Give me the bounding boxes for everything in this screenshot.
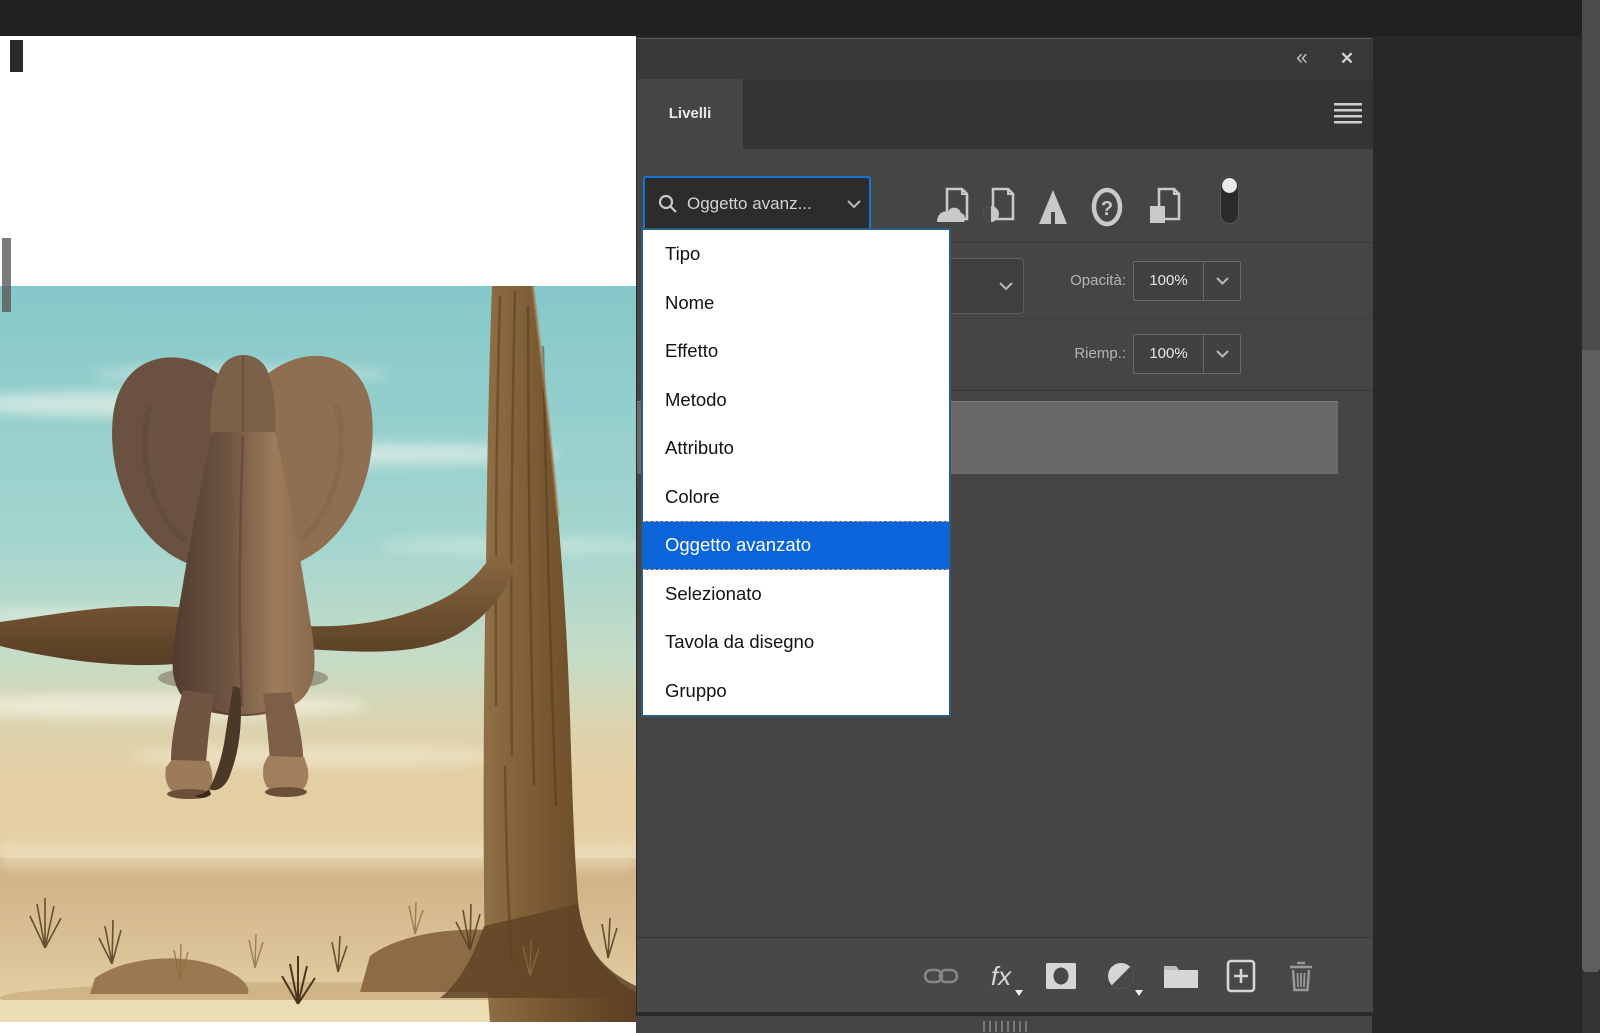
chevron-down-icon: [847, 199, 861, 209]
dropdown-item-nome[interactable]: Nome: [643, 279, 949, 328]
panel-tab-bar: Livelli: [637, 79, 1373, 149]
fill-value[interactable]: 100%: [1133, 334, 1203, 374]
close-panel-icon[interactable]: ✕: [1335, 48, 1359, 70]
fill-label: Riemp.:: [1074, 345, 1126, 362]
new-layer-icon: [1226, 959, 1256, 992]
dropdown-item-effetto[interactable]: Effetto: [643, 327, 949, 376]
adjustment-layer-filter-button[interactable]: [979, 184, 1019, 230]
adjustment-circle-icon: [1108, 962, 1135, 989]
document-canvas: [0, 36, 636, 1033]
toggle-knob: [1222, 178, 1237, 193]
fx-icon: fx: [990, 960, 1012, 991]
dropdown-item-attributo[interactable]: Attributo: [643, 424, 949, 473]
filter-type-combobox[interactable]: Oggetto avanz...: [643, 176, 871, 232]
filter-type-value: Oggetto avanz...: [687, 194, 812, 213]
shape-layer-filter-button[interactable]: ?: [1087, 184, 1127, 230]
pixel-layer-filter-button[interactable]: [933, 184, 973, 230]
add-layer-mask-button[interactable]: [1041, 954, 1081, 998]
dropdown-item-tavola-da-disegno[interactable]: Tavola da disegno: [643, 618, 949, 667]
right-dock-strip-top: [1582, 0, 1600, 350]
dropdown-item-gruppo[interactable]: Gruppo: [643, 667, 949, 716]
dropdown-item-colore[interactable]: Colore: [643, 473, 949, 522]
trash-icon: [1290, 961, 1312, 991]
layer-mask-icon: [1046, 962, 1076, 989]
panel-header: « ✕: [637, 39, 1373, 79]
adjustment-menu-arrow-icon: [1135, 989, 1143, 996]
new-adjustment-layer-button[interactable]: [1101, 954, 1143, 998]
opacity-value[interactable]: 100%: [1133, 261, 1203, 301]
smart-object-filter-button[interactable]: [1145, 184, 1185, 230]
new-group-button[interactable]: [1161, 954, 1201, 998]
type-layer-filter-button[interactable]: [1033, 184, 1073, 230]
filtering-toggle-switch[interactable]: [1220, 176, 1239, 224]
link-layers-button[interactable]: [921, 954, 961, 998]
new-layer-button[interactable]: [1221, 954, 1261, 998]
dropdown-item-selezionato[interactable]: Selezionato: [643, 570, 949, 619]
panel-resize-gutter: [636, 1016, 1372, 1033]
panel-menu-icon[interactable]: [1334, 103, 1364, 125]
layer-styles-button[interactable]: fx: [981, 954, 1023, 998]
ui-scrap-left-edge: [2, 238, 11, 312]
fill-dropdown-button[interactable]: [1203, 334, 1241, 374]
collapse-panel-icon[interactable]: «: [1289, 47, 1315, 71]
canvas-image: [0, 286, 636, 1022]
svg-text:?: ?: [1101, 198, 1113, 220]
fx-menu-arrow-icon: [1015, 989, 1023, 996]
search-icon: [657, 193, 679, 215]
blend-mode-select[interactable]: [942, 258, 1024, 314]
right-dock-strip-bottom: [1582, 972, 1600, 1033]
panel-resize-grip[interactable]: [983, 1021, 1031, 1032]
workspace-background: [1372, 36, 1582, 1033]
photoshop-screen: « ✕ Livelli Oggetto avanz... ? Opacità: …: [0, 0, 1600, 1033]
filter-type-dropdown-menu: Tipo Nome Effetto Metodo Attributo Colore Ogge…: [641, 228, 951, 717]
opacity-dropdown-button[interactable]: [1203, 261, 1241, 301]
dropdown-item-oggetto-avanzato[interactable]: Oggetto avanzato: [643, 521, 949, 570]
folder-icon: [1164, 965, 1198, 988]
dropdown-item-tipo[interactable]: Tipo: [643, 230, 949, 279]
opacity-label: Opacità:: [1070, 272, 1126, 289]
right-dock-strip[interactable]: [1582, 350, 1600, 972]
application-top-bar: [0, 0, 1582, 36]
delete-layer-button[interactable]: [1281, 954, 1321, 998]
ui-scrap-top-left: [10, 40, 23, 72]
tab-livelli[interactable]: Livelli: [637, 79, 743, 149]
dropdown-item-list: Tipo Nome Effetto Metodo Attributo Colore Ogge…: [643, 230, 949, 715]
dropdown-item-metodo[interactable]: Metodo: [643, 376, 949, 425]
panel-bottom-toolbar: fx: [637, 937, 1373, 1013]
